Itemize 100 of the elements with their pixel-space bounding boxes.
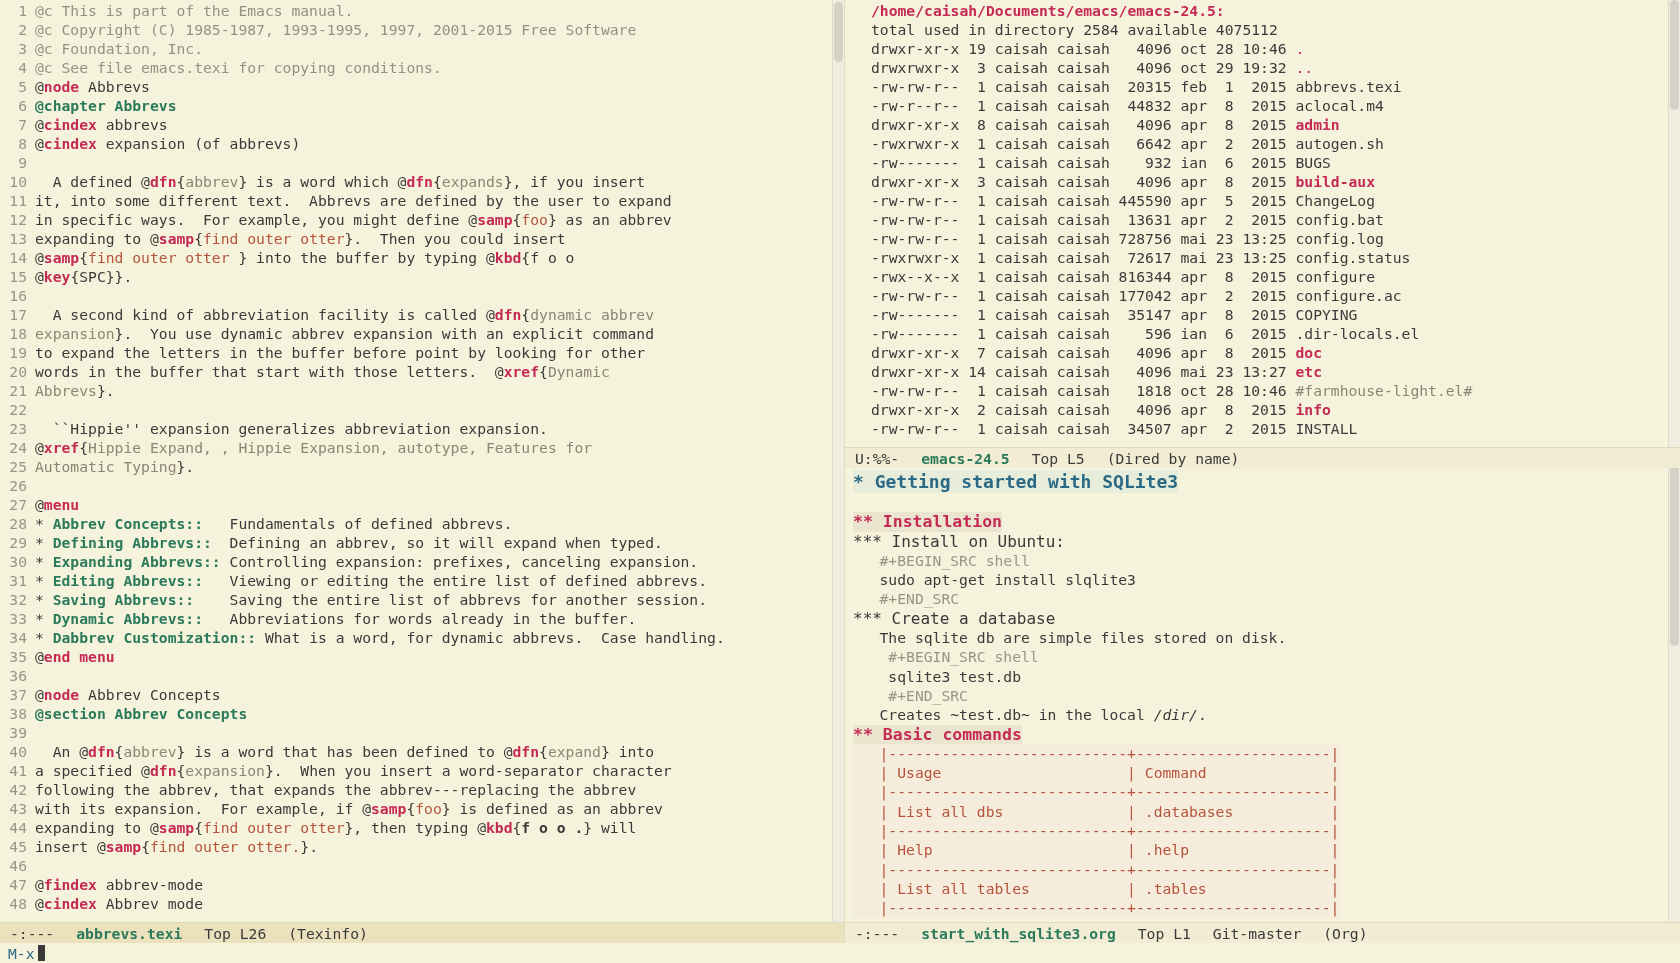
- line-number: 44: [8, 818, 27, 837]
- code-line: following the abbrev, that expands the abbrev---replacing the abbrev: [35, 780, 637, 799]
- line-number: 45: [8, 837, 27, 856]
- line-number: 34: [8, 628, 27, 647]
- line-number: 23: [8, 419, 27, 438]
- org-heading: ** Basic commands: [853, 724, 1022, 744]
- line-number: 3: [17, 39, 27, 58]
- dired-line[interactable]: -rw-rw-r-- 1 caisah caisah 177042 apr 2 2015 configure.ac: [871, 286, 1402, 305]
- line-number: 35: [8, 647, 27, 666]
- line-number: 6: [17, 96, 27, 115]
- dired-line[interactable]: -rwx--x--x 1 caisah caisah 816344 apr 8 2015 configure: [871, 267, 1376, 286]
- buffer-name: emacs-24.5: [921, 449, 1010, 467]
- dired-line[interactable]: -rwxrwxr-x 1 caisah caisah 6642 apr 2 2015 autogen.sh: [871, 134, 1384, 153]
- line-number: 27: [8, 495, 27, 514]
- code-line: a specified @dfn{expansion}. When you insert a word-separator character: [35, 761, 672, 780]
- dired-line[interactable]: drwxr-xr-x 19 caisah caisah 4096 oct 28 10:46 .: [871, 39, 1305, 58]
- line-number: 9: [17, 153, 27, 172]
- line-number: 41: [8, 761, 27, 780]
- line-number: 46: [8, 856, 27, 875]
- major-mode: (Org): [1323, 924, 1368, 942]
- code-line: * Editing Abbrevs:: Viewing or editing the entire list of defined abbrevs.: [35, 571, 708, 590]
- code-line: in specific ways. For example, you might define @samp{foo} as an abbrev: [35, 210, 672, 229]
- line-number: 28: [8, 514, 27, 533]
- dired-line[interactable]: -rw------- 1 caisah caisah 596 ian 6 2015 .dir-locals.el: [871, 324, 1420, 343]
- dired-line[interactable]: -rw-rw-r-- 1 caisah caisah 34507 apr 2 2015 INSTALL: [871, 419, 1358, 438]
- line-number: 2: [17, 20, 27, 39]
- dired-line[interactable]: -rw-rw-r-- 1 caisah caisah 1818 oct 28 10:46 #farmhouse-light.el#: [871, 381, 1473, 400]
- dired-line[interactable]: drwxr-xr-x 7 caisah caisah 4096 apr 8 2015 doc: [871, 343, 1322, 362]
- line-number: 5: [17, 77, 27, 96]
- line-number: 13: [8, 229, 27, 248]
- line-number: 1: [17, 1, 27, 20]
- scrollbar[interactable]: [832, 0, 844, 922]
- line-number: 37: [8, 685, 27, 704]
- buffer-position: Top L5: [1031, 449, 1085, 467]
- dired-line[interactable]: -rw------- 1 caisah caisah 932 ian 6 2015 BUGS: [871, 153, 1331, 172]
- line-number: 15: [8, 267, 27, 286]
- code-line: @c Copyright (C) 1985-1987, 1993-1995, 1997, 2001-2015 Free Software: [35, 20, 637, 39]
- scrollbar[interactable]: [1668, 468, 1680, 922]
- dired-line[interactable]: -rw-r--r-- 1 caisah caisah 44832 apr 8 2015 aclocal.m4: [871, 96, 1384, 115]
- code-line: words in the buffer that start with those letters. @xref{Dynamic: [35, 362, 610, 381]
- code-line: A second kind of abbreviation facility is called @dfn{dynamic abbrev: [51, 305, 654, 324]
- line-number: 48: [8, 894, 27, 913]
- buffer-name: abbrevs.texi: [76, 924, 183, 942]
- code-line: ``Hippie'' expansion generalizes abbreviation expansion.: [51, 419, 548, 438]
- dired-line[interactable]: drwxr-xr-x 2 caisah caisah 4096 apr 8 2015 info: [871, 400, 1331, 419]
- buffer-position: Top L26: [204, 924, 267, 942]
- dired-line[interactable]: -rw-rw-r-- 1 caisah caisah 20315 feb 1 2015 abbrevs.texi: [871, 77, 1402, 96]
- code-line: @end menu: [35, 647, 115, 666]
- dired-line[interactable]: -rw-rw-r-- 1 caisah caisah 445590 apr 5 2015 ChangeLog: [871, 191, 1376, 210]
- dired-line[interactable]: -rw-rw-r-- 1 caisah caisah 728756 mai 23 13:25 config.log: [871, 229, 1384, 248]
- dired-line[interactable]: drwxr-xr-x 3 caisah caisah 4096 apr 8 2015 build-aux: [871, 172, 1376, 191]
- line-number: 11: [8, 191, 27, 210]
- code-line: A defined @dfn{abbrev} is a word which @dfn{expands}, if you insert: [51, 172, 646, 191]
- code-line: @cindex expansion (of abbrevs): [35, 134, 301, 153]
- line-number: 31: [8, 571, 27, 590]
- code-line: @node Abbrevs: [35, 77, 150, 96]
- code-line: @menu: [35, 495, 80, 514]
- code-line: to expand the letters in the buffer before point by looking for other: [35, 343, 646, 362]
- dired-line[interactable]: -rw-rw-r-- 1 caisah caisah 13631 apr 2 2015 config.bat: [871, 210, 1384, 229]
- code-line: @key{SPC}}.: [35, 267, 133, 286]
- code-line: An @dfn{abbrev} is a word that has been defined to @dfn{expand} into: [51, 742, 655, 761]
- code-line: @c See file emacs.texi for copying conditions.: [35, 58, 442, 77]
- code-line: insert @samp{find outer otter.}.: [35, 837, 318, 856]
- line-number: 36: [8, 666, 27, 685]
- line-number: 21: [8, 381, 27, 400]
- dired-line[interactable]: drwxrwxr-x 3 caisah caisah 4096 oct 29 19:32 ..: [871, 58, 1314, 77]
- code-line: @cindex Abbrev mode: [35, 894, 204, 913]
- dired-line[interactable]: drwxr-xr-x 8 caisah caisah 4096 apr 8 2015 admin: [871, 115, 1340, 134]
- code-line: Automatic Typing}.: [35, 457, 195, 476]
- line-number: 30: [8, 552, 27, 571]
- code-line: Abbrevs}.: [35, 381, 115, 400]
- minibuffer-prompt: M-x: [8, 944, 35, 962]
- buffer-name: start_with_sqlite3.org: [921, 924, 1116, 942]
- code-line: @chapter Abbrevs: [35, 96, 177, 115]
- code-line: @c This is part of the Emacs manual.: [35, 1, 354, 20]
- line-number: 22: [8, 400, 27, 419]
- dired-line[interactable]: drwxr-xr-x 14 caisah caisah 4096 mai 23 13:27 etc: [871, 362, 1322, 381]
- line-number: 33: [8, 609, 27, 628]
- line-number: 8: [17, 134, 27, 153]
- buffer-state: -:---: [855, 924, 900, 942]
- code-line: * Dabbrev Customization:: What is a word, for dynamic abbrevs. Case handling.: [35, 628, 725, 647]
- org-heading: *** Create a database: [853, 608, 1056, 629]
- line-number: 17: [8, 305, 27, 324]
- code-line: * Dynamic Abbrevs:: Abbreviations for words already in the buffer.: [35, 609, 637, 628]
- scrollbar[interactable]: [1668, 0, 1680, 447]
- line-number: 42: [8, 780, 27, 799]
- line-number: 29: [8, 533, 27, 552]
- buffer-position: Top L1: [1137, 924, 1191, 942]
- code-line: * Defining Abbrevs:: Defining an abbrev, so it will expand when typed.: [35, 533, 663, 552]
- code-line: expanding to @samp{find outer otter}. Then you could insert: [35, 229, 566, 248]
- code-line: @c Foundation, Inc.: [35, 39, 203, 58]
- code-line: @samp{find outer otter } into the buffer by typing @kbd{f o o: [35, 248, 575, 267]
- vc-branch: Git-master: [1212, 924, 1302, 942]
- line-number: 39: [8, 723, 27, 742]
- code-line: @section Abbrev Concepts: [35, 704, 248, 723]
- dired-line[interactable]: -rwxrwxr-x 1 caisah caisah 72617 mai 23 13:25 config.status: [871, 248, 1411, 267]
- line-number: 16: [8, 286, 27, 305]
- major-mode: (Dired by name): [1106, 449, 1240, 467]
- dired-line[interactable]: -rw------- 1 caisah caisah 35147 apr 8 2015 COPYING: [871, 305, 1358, 324]
- directory-path: /home/caisah/Documents/emacs/emacs-24.5:: [871, 1, 1225, 20]
